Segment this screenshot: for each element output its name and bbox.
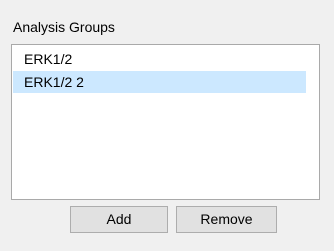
analysis-groups-list[interactable]: ERK1/2 ERK1/2 2: [11, 44, 320, 200]
remove-button[interactable]: Remove: [176, 206, 277, 233]
list-item-selected[interactable]: ERK1/2 2: [13, 71, 306, 93]
analysis-groups-label: Analysis Groups: [13, 19, 115, 35]
analysis-groups-panel: Analysis Groups ERK1/2 ERK1/2 2 Add Remo…: [0, 0, 334, 251]
list-item[interactable]: ERK1/2: [13, 48, 306, 70]
add-button[interactable]: Add: [70, 206, 168, 233]
